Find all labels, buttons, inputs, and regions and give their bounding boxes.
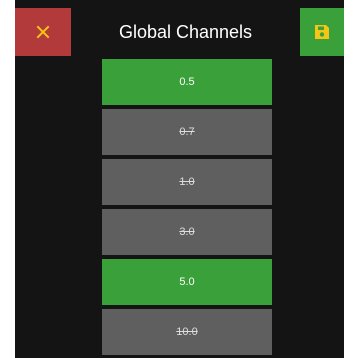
channel-label: 0.7 <box>179 126 195 138</box>
channel-item[interactable]: 10.0 <box>102 309 272 355</box>
close-button[interactable] <box>15 8 71 56</box>
channel-label: 5.0 <box>179 276 195 288</box>
header-bar: Global Channels <box>15 8 344 56</box>
channel-list: 0.5 0.7 1.0 3.0 5.0 10.0 <box>102 59 272 358</box>
app-frame: Global Channels 0.5 0.7 1.0 3.0 5.0 10.0 <box>15 0 344 358</box>
channel-item[interactable]: 0.5 <box>102 59 272 105</box>
channel-item[interactable]: 0.7 <box>102 109 272 155</box>
channel-item[interactable]: 3.0 <box>102 209 272 255</box>
close-icon <box>36 25 50 39</box>
save-button[interactable] <box>300 8 344 56</box>
channel-item[interactable]: 5.0 <box>102 259 272 305</box>
channel-label: 0.5 <box>179 76 195 88</box>
channel-label: 10.0 <box>176 326 198 338</box>
channel-label: 1.0 <box>179 176 195 188</box>
channel-label: 3.0 <box>179 226 195 238</box>
save-icon <box>315 25 329 39</box>
page-title: Global Channels <box>118 22 253 42</box>
channel-item[interactable]: 1.0 <box>102 159 272 205</box>
